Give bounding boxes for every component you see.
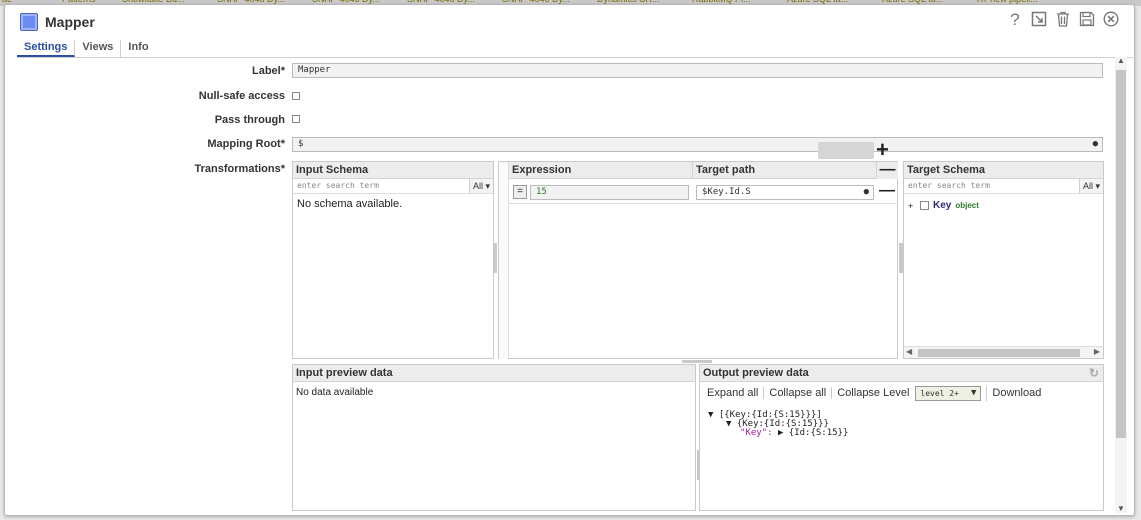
input-schema-panel: Input Schema enter search term All ▾ No … — [292, 161, 494, 359]
scroll-up-icon[interactable]: ▲ — [1117, 56, 1125, 65]
tab-views[interactable]: Views — [75, 40, 122, 57]
tree-expand-icon[interactable]: ▼ — [708, 410, 719, 420]
input-schema-filter-value: All — [472, 181, 483, 191]
mapper-dialog: Mapper ? Settings Views Info Label* Mapp… — [4, 4, 1135, 516]
main-vscrollbar[interactable]: ▲ ▼ — [1115, 56, 1127, 513]
tab-settings[interactable]: Settings — [17, 40, 76, 57]
drag-hint-tooltip — [818, 142, 874, 159]
collapse-level-value: level 2+ — [920, 388, 959, 398]
remove-all-button[interactable]: — — [876, 162, 898, 179]
export-icon[interactable] — [1030, 11, 1048, 29]
collapse-level-control: Collapse Level level 2+ ▼ — [832, 385, 988, 401]
input-schema-empty: No schema available. — [297, 198, 403, 210]
output-preview-panel: Output preview data ↻ Expand all Collaps… — [699, 364, 1104, 511]
save-icon[interactable] — [1078, 11, 1096, 29]
scroll-down-icon[interactable]: ▼ — [1117, 504, 1125, 513]
node-checkbox[interactable] — [920, 201, 929, 210]
input-preview-title: Input preview data — [293, 365, 695, 382]
mapping-root-value: $ — [298, 139, 304, 149]
scroll-right-icon[interactable]: ▶ — [1094, 347, 1100, 356]
node-name: Key — [933, 200, 952, 211]
dialog-title: Mapper — [45, 14, 95, 30]
target-schema-search-placeholder: enter search term — [908, 181, 990, 190]
mapping-row: = 15 $Key.Id.S ● — — [509, 180, 898, 204]
expand-all-button[interactable]: Expand all — [702, 387, 765, 399]
collapse-level-label: Collapse Level — [837, 387, 910, 399]
chevron-down-icon: ▼ — [970, 387, 977, 398]
target-path-value: $Key.Id.S — [702, 187, 751, 197]
header-toolbar: ? — [1006, 11, 1120, 29]
mapping-root-label: Mapping Root* — [207, 138, 285, 150]
input-schema-splitter[interactable] — [493, 243, 497, 273]
label-input[interactable]: Mapper — [292, 63, 1103, 78]
collapse-all-button[interactable]: Collapse all — [764, 387, 833, 399]
download-button[interactable]: Download — [987, 387, 1046, 399]
preview-splitter[interactable] — [682, 360, 712, 363]
output-preview-toolbar: Expand all Collapse all Collapse Level l… — [700, 382, 1103, 404]
input-preview-panel: Input preview data No data available — [292, 364, 696, 511]
input-schema-title: Input Schema — [293, 162, 493, 179]
mapper-snap-icon — [20, 13, 38, 31]
null-safe-label: Null-safe access — [198, 90, 285, 102]
mapping-table-panel: Expression Target path — = 15 $Key.Id.S … — [498, 161, 898, 359]
expression-input[interactable]: 15 — [530, 185, 689, 200]
target-schema-search[interactable]: enter search term All ▾ — [904, 179, 1103, 194]
label-field-label: Label* — [251, 65, 285, 77]
output-tree-key[interactable]: "Key": ▶ {Id:{S:15}} — [740, 428, 848, 438]
pass-through-checkbox[interactable] — [292, 115, 300, 123]
input-schema-filter-dropdown[interactable]: All ▾ — [469, 179, 493, 193]
refresh-icon[interactable]: ↻ — [1089, 365, 1099, 382]
tree-key-name: "Key": — [740, 428, 773, 438]
add-row-button[interactable]: + — [876, 139, 889, 161]
tree-collapsed-icon[interactable]: ▶ — [778, 428, 783, 438]
node-type: object — [955, 201, 979, 210]
input-schema-search[interactable]: enter search term All ▾ — [293, 179, 493, 194]
mapping-row-gutter — [499, 162, 509, 359]
remove-row-button[interactable]: — — [876, 182, 898, 200]
transformations-label: Transformations* — [194, 163, 285, 175]
input-preview-empty: No data available — [296, 387, 374, 398]
comment-icon[interactable]: ● — [864, 186, 869, 199]
input-schema-search-placeholder: enter search term — [297, 181, 379, 190]
comment-icon[interactable]: ● — [1093, 138, 1098, 151]
null-safe-checkbox[interactable] — [292, 92, 300, 100]
dialog-tabs: Settings Views Info — [17, 40, 1135, 58]
vscroll-thumb[interactable] — [1116, 70, 1126, 438]
target-schema-panel: Target Schema enter search term All ▾ + … — [903, 161, 1104, 359]
collapse-level-select[interactable]: level 2+ ▼ — [915, 385, 982, 401]
tree-expand-icon[interactable]: ▼ — [726, 419, 737, 429]
expand-node-icon[interactable]: + — [908, 201, 916, 211]
close-icon[interactable] — [1102, 11, 1120, 29]
output-preview-header: Output preview data ↻ — [700, 365, 1103, 382]
tree-line-3: {Id:{S:15}} — [788, 428, 849, 438]
expression-header: Expression — [509, 162, 692, 179]
target-schema-node[interactable]: + Key object — [908, 200, 979, 211]
help-icon[interactable]: ? — [1006, 11, 1024, 29]
output-preview-title: Output preview data — [703, 367, 809, 379]
target-path-header: Target path — [692, 162, 876, 179]
target-schema-filter-value: All — [1082, 181, 1093, 191]
target-schema-title: Target Schema — [904, 162, 1103, 179]
tab-info[interactable]: Info — [121, 40, 155, 57]
trash-icon[interactable] — [1054, 11, 1072, 29]
mapping-root-input[interactable]: $ ● — [292, 137, 1103, 152]
pass-through-label: Pass through — [214, 114, 285, 126]
scroll-left-icon[interactable]: ◀ — [906, 347, 912, 356]
expression-toggle-button[interactable]: = — [513, 185, 527, 199]
target-path-input[interactable]: $Key.Id.S ● — [696, 185, 874, 200]
target-schema-hscrollbar[interactable]: ◀ ▶ — [904, 346, 1103, 358]
hscroll-thumb[interactable] — [918, 349, 1080, 357]
target-schema-filter-dropdown[interactable]: All ▾ — [1079, 179, 1103, 193]
